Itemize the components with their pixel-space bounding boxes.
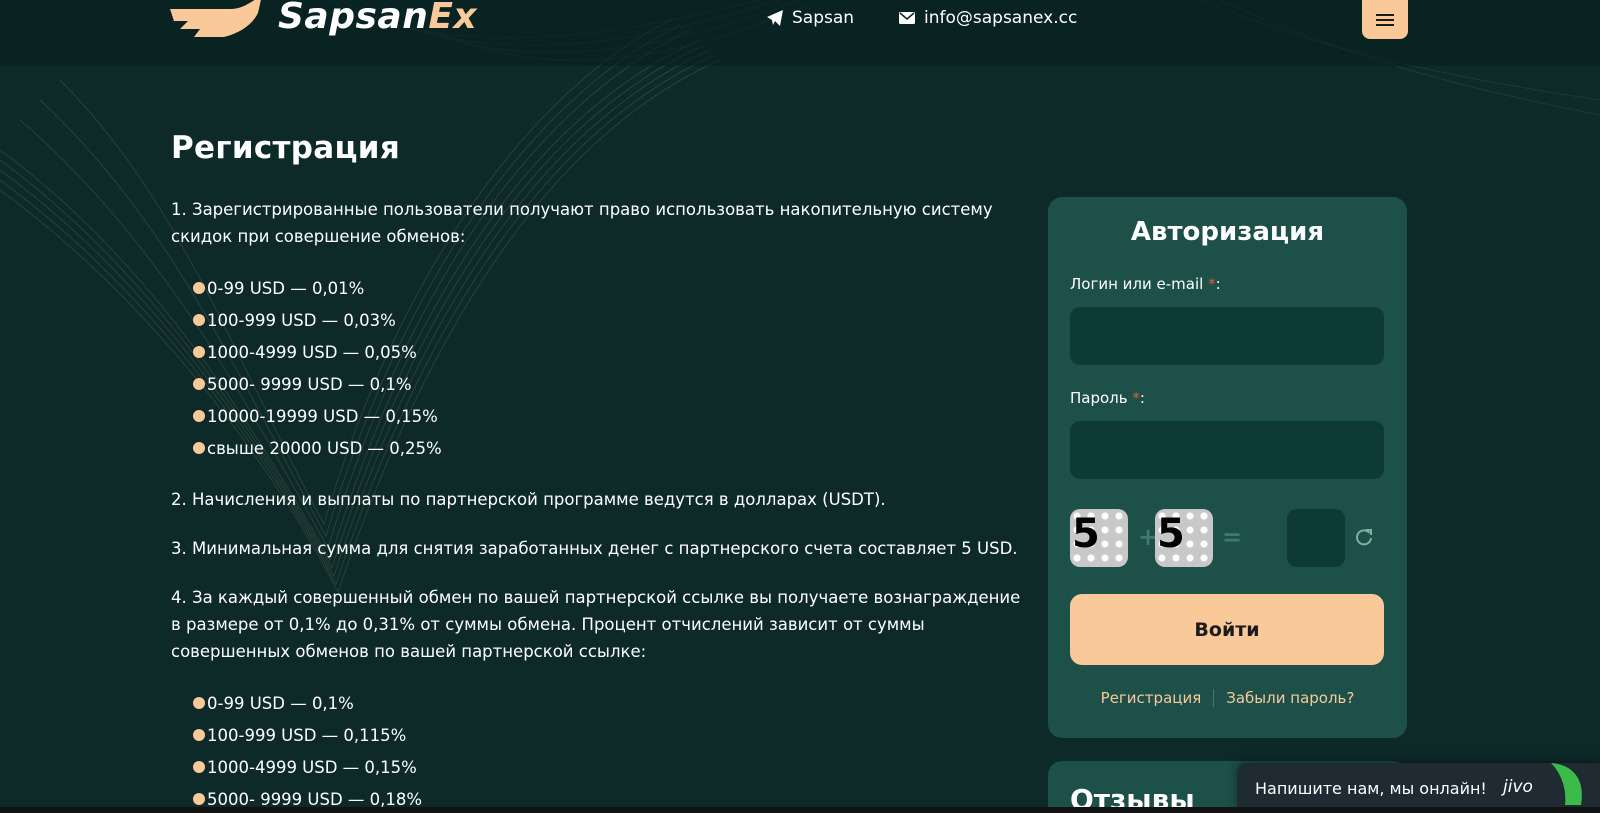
site-header: SapsanEx Sapsan info@sapsanex.cc bbox=[0, 0, 1600, 66]
list-item: 0-99 USD — 0,1% bbox=[193, 687, 1021, 719]
list-item: 10000-19999 USD — 0,15% bbox=[193, 400, 1021, 432]
login-button[interactable]: Войти bbox=[1070, 594, 1384, 665]
bullet-dot bbox=[193, 442, 205, 454]
register-link[interactable]: Регистрация bbox=[1101, 689, 1202, 707]
chat-label: Напишите нам, мы онлайн! bbox=[1255, 778, 1487, 798]
page-title: Регистрация bbox=[171, 130, 401, 166]
bullet-dot bbox=[193, 793, 205, 805]
bullet-dot bbox=[193, 346, 205, 358]
list-item: 1000-4999 USD — 0,15% bbox=[193, 751, 1021, 783]
list-item: 100-999 USD — 0,115% bbox=[193, 719, 1021, 751]
refresh-icon[interactable] bbox=[1354, 527, 1374, 547]
list-item: свыше 20000 USD — 0,25% bbox=[193, 432, 1021, 464]
captcha-answer-input[interactable] bbox=[1287, 509, 1345, 567]
list-item: 1000-4999 USD — 0,05% bbox=[193, 336, 1021, 368]
logo-text: SapsanEx bbox=[278, 0, 478, 37]
telegram-label: Sapsan bbox=[792, 8, 855, 28]
email-link[interactable]: info@sapsanex.cc bbox=[898, 6, 1077, 30]
chat-widget[interactable]: Напишите нам, мы онлайн! jivo bbox=[1237, 763, 1600, 813]
login-input[interactable] bbox=[1070, 307, 1384, 365]
bottom-bar bbox=[0, 807, 1600, 813]
bullet-dot bbox=[193, 761, 205, 773]
menu-button[interactable] bbox=[1362, 0, 1408, 39]
logo[interactable]: SapsanEx bbox=[170, 0, 477, 40]
bullet-dot bbox=[193, 729, 205, 741]
jivo-brand: jivo bbox=[1503, 777, 1533, 797]
email-label: info@sapsanex.cc bbox=[924, 8, 1078, 28]
forgot-password-link[interactable]: Забыли пароль? bbox=[1226, 689, 1354, 707]
telegram-icon bbox=[767, 10, 783, 26]
password-label: Пароль *: bbox=[1070, 389, 1145, 407]
bullet-dot bbox=[193, 410, 205, 422]
captcha-equals: = bbox=[1222, 523, 1243, 551]
bullet-dot bbox=[193, 378, 205, 390]
auth-card: Авторизация Логин или e-mail *: Пароль *… bbox=[1048, 197, 1407, 738]
reward-list: 0-99 USD — 0,1% 100-999 USD — 0,115% 100… bbox=[193, 687, 1021, 813]
discount-list: 0-99 USD — 0,01% 100-999 USD — 0,03% 100… bbox=[193, 272, 1021, 464]
link-divider bbox=[1213, 689, 1215, 707]
logo-falcon-icon bbox=[170, 0, 261, 37]
mail-icon bbox=[899, 12, 915, 24]
registration-info: 1. Зарегистрированные пользователи получ… bbox=[171, 196, 1021, 813]
list-item: 5000- 9999 USD — 0,1% bbox=[193, 368, 1021, 400]
password-input[interactable] bbox=[1070, 421, 1384, 479]
jivo-leaf-icon bbox=[1551, 763, 1582, 805]
bullet-dot bbox=[193, 282, 205, 294]
info-paragraph-1: 1. Зарегистрированные пользователи получ… bbox=[171, 200, 993, 246]
auth-links: Регистрация Забыли пароль? bbox=[1048, 689, 1407, 707]
telegram-link[interactable]: Sapsan bbox=[766, 6, 854, 30]
info-paragraph-2: 2. Начисления и выплаты по партнерской п… bbox=[171, 490, 886, 509]
bullet-dot bbox=[193, 314, 205, 326]
menu-icon bbox=[1376, 13, 1394, 26]
info-paragraph-4: 4. За каждый совершенный обмен по вашей … bbox=[171, 588, 1021, 661]
list-item: 100-999 USD — 0,03% bbox=[193, 304, 1021, 336]
info-paragraph-3: 3. Минимальная сумма для снятия заработа… bbox=[171, 539, 1018, 558]
captcha-number-a: 5 bbox=[1070, 509, 1128, 567]
list-item: 0-99 USD — 0,01% bbox=[193, 272, 1021, 304]
captcha-number-b: 5 bbox=[1155, 509, 1213, 567]
auth-title: Авторизация bbox=[1130, 217, 1325, 247]
login-label: Логин или e-mail *: bbox=[1070, 275, 1221, 293]
bullet-dot bbox=[193, 697, 205, 709]
